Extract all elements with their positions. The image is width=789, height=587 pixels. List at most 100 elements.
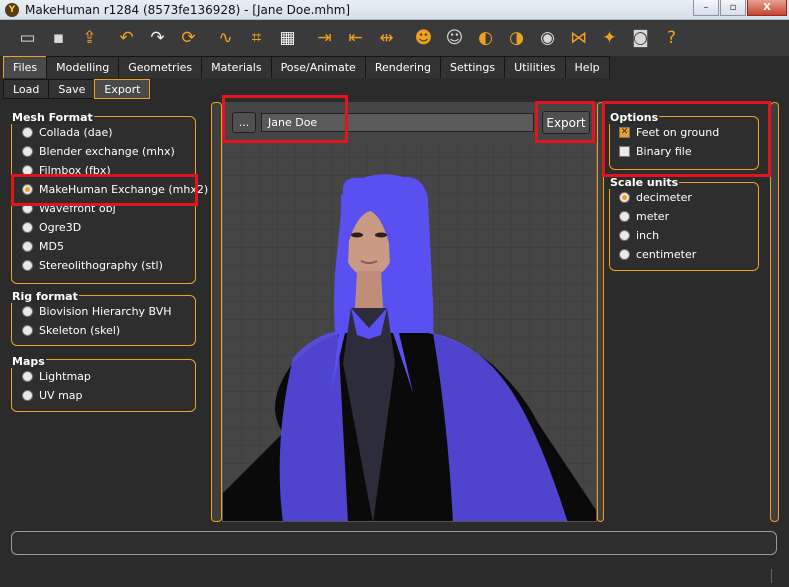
radio-icon[interactable] — [22, 260, 33, 271]
radio-icon[interactable] — [22, 241, 33, 252]
radio-icon[interactable] — [22, 146, 33, 157]
checkbox-checked-icon[interactable]: ✕ — [619, 127, 630, 138]
radio-label: Blender exchange (mhx) — [39, 145, 175, 158]
radio-option-centimeter[interactable]: centimeter — [619, 248, 696, 261]
radio-option-meter[interactable]: meter — [619, 210, 669, 223]
checkbox-option-binary-file[interactable]: Binary file — [619, 145, 692, 158]
tab-rendering[interactable]: Rendering — [364, 56, 441, 78]
radio-icon[interactable] — [22, 165, 33, 176]
redo-icon[interactable]: ↷ — [144, 25, 171, 52]
symmetry-icon[interactable]: ⋈ — [565, 25, 592, 52]
left-view-icon[interactable]: ◐ — [472, 25, 499, 52]
new-file-icon[interactable]: ▭ — [14, 25, 41, 52]
radio-option-biovision-hierarchy-bvh[interactable]: Biovision Hierarchy BVH — [22, 305, 172, 318]
pose-icon[interactable]: ✦ — [596, 25, 623, 52]
radio-icon[interactable] — [22, 306, 33, 317]
options-title: Options — [609, 111, 660, 124]
radio-icon[interactable] — [22, 390, 33, 401]
radio-option-collada-dae[interactable]: Collada (dae) — [22, 126, 113, 139]
subtab-export[interactable]: Export — [94, 79, 151, 99]
right-view-icon[interactable]: ◑ — [503, 25, 530, 52]
tab-help[interactable]: Help — [564, 56, 610, 78]
maximize-button[interactable]: ▫ — [720, 0, 746, 16]
smooth-icon[interactable]: ∿ — [212, 25, 239, 52]
checkbox-icon[interactable] — [619, 146, 630, 157]
radio-option-decimeter[interactable]: decimeter — [619, 191, 692, 204]
radio-option-wavefront-obj[interactable]: Wavefront obj — [22, 202, 116, 215]
left-eye-shape — [351, 232, 363, 238]
app-logo-icon: Y — [5, 2, 19, 17]
close-button[interactable]: X — [747, 0, 787, 16]
save-icon[interactable]: ▪ — [45, 25, 72, 52]
back-view-icon[interactable]: ☺ — [441, 25, 468, 52]
radio-label: Skeleton (skel) — [39, 324, 121, 337]
reset-icon[interactable]: ⟳ — [175, 25, 202, 52]
model-preview — [223, 103, 596, 521]
right-panel-scrollbar[interactable] — [770, 102, 779, 522]
tab-files[interactable]: Files — [3, 56, 48, 78]
radio-option-uv-map[interactable]: UV map — [22, 389, 83, 402]
screenshot-icon[interactable]: ◙ — [627, 25, 654, 52]
radio-icon[interactable] — [22, 184, 33, 195]
radio-icon[interactable] — [619, 230, 630, 241]
browse-button[interactable]: ... — [232, 112, 256, 133]
radio-label: MakeHuman Exchange (mhx2) — [39, 183, 209, 196]
checkbox-option-feet-on-ground[interactable]: ✕ Feet on ground — [619, 126, 719, 139]
tab-pose-animate[interactable]: Pose/Animate — [270, 56, 366, 78]
viewport-right-scrollbar[interactable] — [597, 102, 604, 522]
radio-label: Biovision Hierarchy BVH — [39, 305, 172, 318]
radio-option-inch[interactable]: inch — [619, 229, 659, 242]
help-icon[interactable]: ? — [658, 25, 685, 52]
front-view-icon[interactable]: ☻ — [410, 25, 437, 52]
radio-label: UV map — [39, 389, 83, 402]
radio-option-md5[interactable]: MD5 — [22, 240, 64, 253]
model-viewport[interactable] — [222, 102, 597, 522]
radio-option-lightmap[interactable]: Lightmap — [22, 370, 91, 383]
subtab-load[interactable]: Load — [3, 79, 50, 99]
export-icon[interactable]: ⇪ — [76, 25, 103, 52]
checkbox-label: Feet on ground — [636, 126, 720, 139]
radio-option-filmbox-fbx[interactable]: Filmbox (fbx) — [22, 164, 111, 177]
options-group — [609, 116, 759, 170]
neck-shape — [355, 271, 383, 308]
radio-icon[interactable] — [22, 371, 33, 382]
tab-geometries[interactable]: Geometries — [118, 56, 203, 78]
radio-icon[interactable] — [619, 211, 630, 222]
mesh-format-title: Mesh Format — [11, 111, 94, 124]
radio-option-skeleton-skel[interactable]: Skeleton (skel) — [22, 324, 120, 337]
radio-icon[interactable] — [619, 192, 630, 203]
pose-back-icon[interactable]: ⇤ — [342, 25, 369, 52]
radio-icon[interactable] — [22, 203, 33, 214]
radio-label: Ogre3D — [39, 221, 82, 234]
radio-option-blender-exchange-mhx[interactable]: Blender exchange (mhx) — [22, 145, 175, 158]
radio-option-ogre3d[interactable]: Ogre3D — [22, 221, 81, 234]
radio-option-stereolithography-stl[interactable]: Stereolithography (stl) — [22, 259, 163, 272]
pose-side-icon[interactable]: ⇹ — [373, 25, 400, 52]
tab-settings[interactable]: Settings — [440, 56, 506, 78]
main-toolbar: ▭ ▪ ⇪ ↶ ↷ ⟳ ∿ ⌗ ▦ ⇥ ⇤ ⇹ ☻ ☺ ◐ ◑ ◉ ⋈ ✦ ◙? — [0, 20, 789, 56]
background-icon[interactable]: ▦ — [274, 25, 301, 52]
radio-label: Lightmap — [39, 370, 91, 383]
tab-modelling[interactable]: Modelling — [46, 56, 120, 78]
minimize-button[interactable]: – — [693, 0, 719, 16]
wireframe-icon[interactable]: ⌗ — [243, 25, 270, 52]
radio-icon[interactable] — [22, 325, 33, 336]
filename-input[interactable]: Jane Doe — [261, 113, 534, 132]
subtab-save[interactable]: Save — [48, 79, 96, 99]
export-button[interactable]: Export — [542, 111, 590, 134]
radio-option-makehuman-exchange-mhx2[interactable]: MakeHuman Exchange (mhx2) — [22, 183, 208, 196]
resize-grip[interactable] — [771, 569, 783, 583]
scale-units-title: Scale units — [609, 176, 680, 189]
radio-label: meter — [636, 210, 670, 223]
rig-format-title: Rig format — [11, 290, 79, 303]
undo-icon[interactable]: ↶ — [113, 25, 140, 52]
radio-icon[interactable] — [22, 127, 33, 138]
tab-utilities[interactable]: Utilities — [504, 56, 566, 78]
right-eye-shape — [375, 232, 387, 238]
radio-icon[interactable] — [619, 249, 630, 260]
pose-front-icon[interactable]: ⇥ — [311, 25, 338, 52]
tab-materials[interactable]: Materials — [201, 56, 272, 78]
radio-icon[interactable] — [22, 222, 33, 233]
top-view-icon[interactable]: ◉ — [534, 25, 561, 52]
viewport-left-scrollbar[interactable] — [211, 102, 222, 522]
